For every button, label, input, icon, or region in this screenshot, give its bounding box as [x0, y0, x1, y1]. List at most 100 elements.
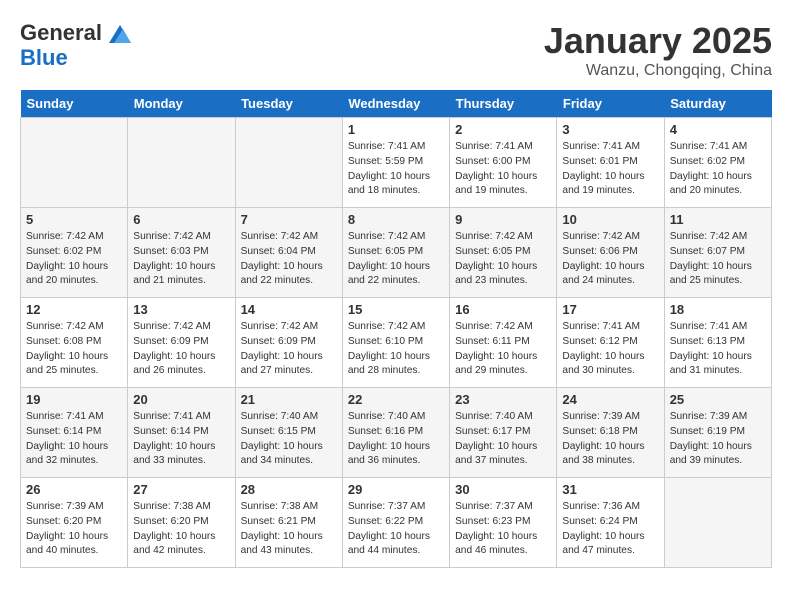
day-info: Sunrise: 7:42 AM Sunset: 6:05 PM Dayligh…	[348, 230, 444, 289]
day-info: Sunrise: 7:41 AM Sunset: 6:14 PM Dayligh…	[26, 410, 122, 469]
calendar-cell: 2 Sunrise: 7:41 AM Sunset: 6:00 PM Daylig…	[450, 118, 557, 208]
calendar-cell: 3 Sunrise: 7:41 AM Sunset: 6:01 PM Daylig…	[557, 118, 664, 208]
day-number: 28	[241, 482, 337, 497]
weekday-header: Monday	[128, 90, 235, 118]
day-info: Sunrise: 7:42 AM Sunset: 6:09 PM Dayligh…	[241, 320, 337, 379]
title-block: January 2025 Wanzu, Chongqing, China	[544, 20, 772, 80]
calendar-cell: 10 Sunrise: 7:42 AM Sunset: 6:06 PM Dayli…	[557, 208, 664, 298]
calendar-cell: 11 Sunrise: 7:42 AM Sunset: 6:07 PM Dayli…	[664, 208, 771, 298]
day-number: 21	[241, 392, 337, 407]
day-info: Sunrise: 7:41 AM Sunset: 6:14 PM Dayligh…	[133, 410, 229, 469]
calendar-table: SundayMondayTuesdayWednesdayThursdayFrid…	[20, 90, 772, 568]
day-number: 14	[241, 302, 337, 317]
day-number: 4	[670, 122, 766, 137]
day-info: Sunrise: 7:41 AM Sunset: 6:13 PM Dayligh…	[670, 320, 766, 379]
calendar-cell: 1 Sunrise: 7:41 AM Sunset: 5:59 PM Daylig…	[342, 118, 449, 208]
day-number: 2	[455, 122, 551, 137]
calendar-cell: 25Sunrise: 7:39 AM Sunset: 6:19 PM Dayli…	[664, 388, 771, 478]
day-info: Sunrise: 7:42 AM Sunset: 6:09 PM Dayligh…	[133, 320, 229, 379]
calendar-cell: 20Sunrise: 7:41 AM Sunset: 6:14 PM Dayli…	[128, 388, 235, 478]
day-info: Sunrise: 7:37 AM Sunset: 6:22 PM Dayligh…	[348, 500, 444, 559]
day-info: Sunrise: 7:41 AM Sunset: 6:02 PM Dayligh…	[670, 140, 766, 199]
logo-text: General	[20, 20, 131, 46]
day-info: Sunrise: 7:42 AM Sunset: 6:06 PM Dayligh…	[562, 230, 658, 289]
logo-icon	[109, 25, 131, 43]
day-info: Sunrise: 7:42 AM Sunset: 6:10 PM Dayligh…	[348, 320, 444, 379]
day-info: Sunrise: 7:38 AM Sunset: 6:21 PM Dayligh…	[241, 500, 337, 559]
calendar-cell: 18 Sunrise: 7:41 AM Sunset: 6:13 PM Dayli…	[664, 298, 771, 388]
day-info: Sunrise: 7:40 AM Sunset: 6:15 PM Dayligh…	[241, 410, 337, 469]
day-number: 25	[670, 392, 766, 407]
calendar-cell	[21, 118, 128, 208]
weekday-header: Sunday	[21, 90, 128, 118]
day-number: 26	[26, 482, 122, 497]
day-number: 9	[455, 212, 551, 227]
day-info: Sunrise: 7:42 AM Sunset: 6:02 PM Dayligh…	[26, 230, 122, 289]
month-title: January 2025	[544, 20, 772, 62]
calendar-week-row: 5 Sunrise: 7:42 AM Sunset: 6:02 PM Daylig…	[21, 208, 772, 298]
day-number: 29	[348, 482, 444, 497]
day-info: Sunrise: 7:40 AM Sunset: 6:16 PM Dayligh…	[348, 410, 444, 469]
calendar-cell: 31 Sunrise: 7:36 AM Sunset: 6:24 PM Dayli…	[557, 478, 664, 568]
day-number: 19	[26, 392, 122, 407]
day-number: 8	[348, 212, 444, 227]
day-number: 18	[670, 302, 766, 317]
calendar-cell: 23Sunrise: 7:40 AM Sunset: 6:17 PM Dayli…	[450, 388, 557, 478]
calendar-cell: 17Sunrise: 7:41 AM Sunset: 6:12 PM Dayli…	[557, 298, 664, 388]
day-info: Sunrise: 7:41 AM Sunset: 5:59 PM Dayligh…	[348, 140, 444, 199]
day-number: 30	[455, 482, 551, 497]
weekday-header: Wednesday	[342, 90, 449, 118]
page-header: General Blue January 2025 Wanzu, Chongqi…	[20, 20, 772, 80]
day-number: 5	[26, 212, 122, 227]
day-info: Sunrise: 7:42 AM Sunset: 6:05 PM Dayligh…	[455, 230, 551, 289]
day-info: Sunrise: 7:39 AM Sunset: 6:18 PM Dayligh…	[562, 410, 658, 469]
day-number: 12	[26, 302, 122, 317]
calendar-cell: 14 Sunrise: 7:42 AM Sunset: 6:09 PM Dayli…	[235, 298, 342, 388]
calendar-cell: 7 Sunrise: 7:42 AM Sunset: 6:04 PM Daylig…	[235, 208, 342, 298]
day-info: Sunrise: 7:38 AM Sunset: 6:20 PM Dayligh…	[133, 500, 229, 559]
day-info: Sunrise: 7:41 AM Sunset: 6:00 PM Dayligh…	[455, 140, 551, 199]
calendar-cell: 19 Sunrise: 7:41 AM Sunset: 6:14 PM Dayli…	[21, 388, 128, 478]
day-number: 22	[348, 392, 444, 407]
day-number: 13	[133, 302, 229, 317]
day-info: Sunrise: 7:39 AM Sunset: 6:20 PM Dayligh…	[26, 500, 122, 559]
calendar-cell	[664, 478, 771, 568]
day-number: 7	[241, 212, 337, 227]
calendar-cell: 6Sunrise: 7:42 AM Sunset: 6:03 PM Daylig…	[128, 208, 235, 298]
weekday-header: Friday	[557, 90, 664, 118]
day-number: 1	[348, 122, 444, 137]
calendar-cell	[128, 118, 235, 208]
calendar-cell: 8 Sunrise: 7:42 AM Sunset: 6:05 PM Daylig…	[342, 208, 449, 298]
day-info: Sunrise: 7:42 AM Sunset: 6:07 PM Dayligh…	[670, 230, 766, 289]
calendar-cell: 12 Sunrise: 7:42 AM Sunset: 6:08 PM Dayli…	[21, 298, 128, 388]
calendar-cell: 29 Sunrise: 7:37 AM Sunset: 6:22 PM Dayli…	[342, 478, 449, 568]
calendar-cell: 13 Sunrise: 7:42 AM Sunset: 6:09 PM Dayli…	[128, 298, 235, 388]
calendar-cell: 21 Sunrise: 7:40 AM Sunset: 6:15 PM Dayli…	[235, 388, 342, 478]
day-number: 11	[670, 212, 766, 227]
day-number: 10	[562, 212, 658, 227]
calendar-cell: 22 Sunrise: 7:40 AM Sunset: 6:16 PM Dayli…	[342, 388, 449, 478]
calendar-cell	[235, 118, 342, 208]
calendar-cell: 26 Sunrise: 7:39 AM Sunset: 6:20 PM Dayli…	[21, 478, 128, 568]
day-info: Sunrise: 7:42 AM Sunset: 6:11 PM Dayligh…	[455, 320, 551, 379]
day-number: 3	[562, 122, 658, 137]
day-info: Sunrise: 7:42 AM Sunset: 6:03 PM Dayligh…	[133, 230, 229, 289]
day-number: 23	[455, 392, 551, 407]
day-info: Sunrise: 7:41 AM Sunset: 6:01 PM Dayligh…	[562, 140, 658, 199]
calendar-week-row: 12 Sunrise: 7:42 AM Sunset: 6:08 PM Dayli…	[21, 298, 772, 388]
calendar-cell: 5 Sunrise: 7:42 AM Sunset: 6:02 PM Daylig…	[21, 208, 128, 298]
day-number: 17	[562, 302, 658, 317]
calendar-cell: 27 Sunrise: 7:38 AM Sunset: 6:20 PM Dayli…	[128, 478, 235, 568]
day-number: 16	[455, 302, 551, 317]
day-number: 15	[348, 302, 444, 317]
day-info: Sunrise: 7:42 AM Sunset: 6:04 PM Dayligh…	[241, 230, 337, 289]
calendar-cell: 4 Sunrise: 7:41 AM Sunset: 6:02 PM Daylig…	[664, 118, 771, 208]
day-number: 31	[562, 482, 658, 497]
calendar-week-row: 1 Sunrise: 7:41 AM Sunset: 5:59 PM Daylig…	[21, 118, 772, 208]
day-info: Sunrise: 7:42 AM Sunset: 6:08 PM Dayligh…	[26, 320, 122, 379]
day-number: 27	[133, 482, 229, 497]
location: Wanzu, Chongqing, China	[544, 62, 772, 80]
calendar-cell: 9 Sunrise: 7:42 AM Sunset: 6:05 PM Daylig…	[450, 208, 557, 298]
calendar-cell: 24Sunrise: 7:39 AM Sunset: 6:18 PM Dayli…	[557, 388, 664, 478]
day-info: Sunrise: 7:36 AM Sunset: 6:24 PM Dayligh…	[562, 500, 658, 559]
